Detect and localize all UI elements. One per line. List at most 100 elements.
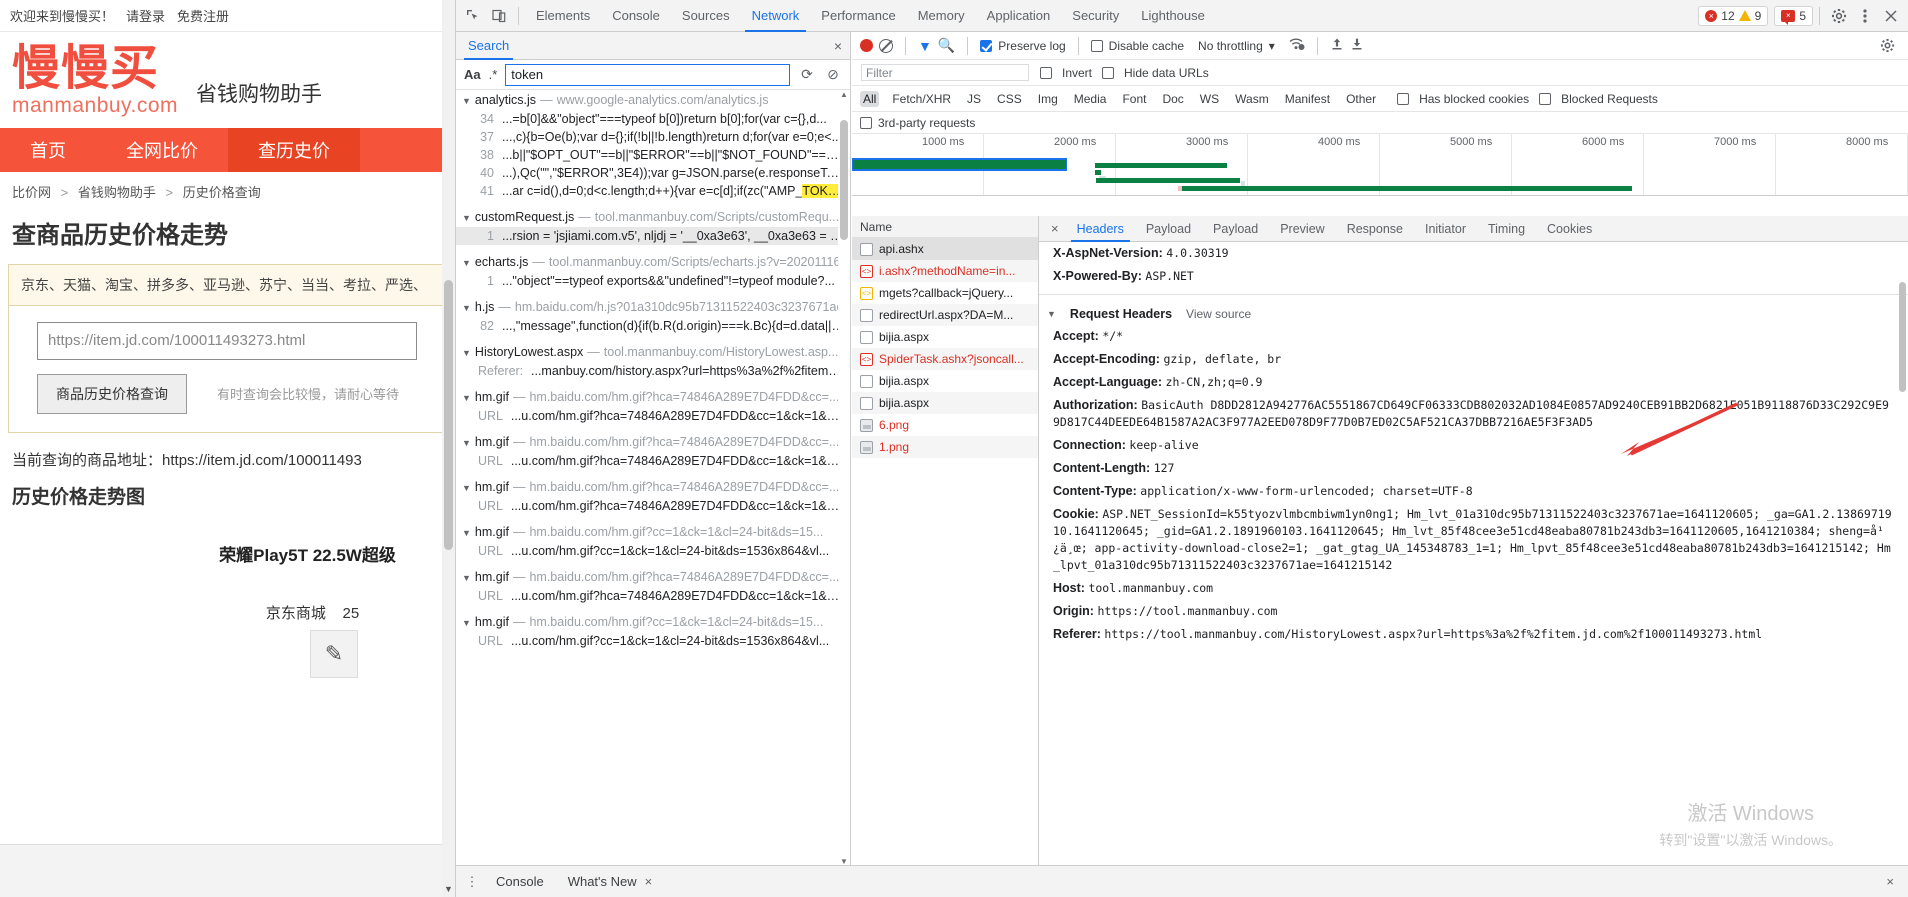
nav-item-home[interactable]: 首页: [0, 128, 96, 172]
invert-label[interactable]: Invert: [1062, 66, 1092, 80]
search-result-line[interactable]: 1 ...rsion = 'jsjiami.com.v5', nljdj = '_…: [456, 227, 850, 245]
product-url-input[interactable]: https://item.jd.com/100011493273.html: [37, 321, 417, 360]
search-result-file[interactable]: ▼ hm.gif — hm.baidu.com/hm.gif?cc=1&ck=1&cl…: [456, 612, 850, 632]
request-row[interactable]: 1.png: [852, 436, 1038, 458]
tab-network[interactable]: Network: [741, 0, 811, 32]
blocked-requests-checkbox[interactable]: [1539, 92, 1552, 105]
tab-lighthouse[interactable]: Lighthouse: [1130, 0, 1216, 32]
chevron-down-icon[interactable]: ▼: [462, 483, 471, 493]
issues-counter[interactable]: × 12 9: [1698, 5, 1769, 26]
chevron-down-icon[interactable]: ▼: [462, 393, 471, 403]
request-row[interactable]: <> i.ashx?methodName=in...: [852, 260, 1038, 282]
request-row[interactable]: bijia.aspx: [852, 392, 1038, 414]
blocked-requests-label[interactable]: Blocked Requests: [1561, 92, 1658, 106]
tab-memory[interactable]: Memory: [907, 0, 976, 32]
pencil-icon[interactable]: ✎: [310, 630, 358, 678]
network-conditions-icon[interactable]: [1289, 37, 1305, 54]
register-link[interactable]: 免费注册: [177, 6, 229, 25]
close-icon[interactable]: ×: [645, 874, 653, 889]
export-har-icon[interactable]: [1350, 37, 1364, 54]
request-headers-section-title[interactable]: ▼ Request Headers View source: [1039, 301, 1908, 325]
drawer-tab-whats-new[interactable]: What's New ×: [558, 874, 663, 889]
site-logo[interactable]: 慢慢买 manmanbuy.com 省钱购物助手: [0, 32, 455, 128]
login-link[interactable]: 请登录: [126, 6, 165, 25]
type-filter-css[interactable]: CSS: [994, 91, 1025, 107]
kebab-menu-icon[interactable]: ⋮: [462, 874, 482, 890]
breadcrumb-item-0[interactable]: 比价网: [12, 185, 51, 200]
request-row[interactable]: bijia.aspx: [852, 370, 1038, 392]
search-scrollbar-thumb[interactable]: [840, 120, 848, 240]
filter-input[interactable]: Filter: [860, 63, 1030, 82]
detail-tab-initiator[interactable]: Initiator: [1415, 216, 1476, 242]
type-filter-wasm[interactable]: Wasm: [1232, 91, 1272, 107]
clear-icon[interactable]: ⊘: [824, 66, 842, 83]
gear-icon[interactable]: [1874, 33, 1900, 59]
chevron-down-icon[interactable]: ▾: [1269, 39, 1275, 53]
search-result-line[interactable]: URL ...u.com/hm.gif?hca=74846A289E7D4FDD&…: [456, 587, 850, 605]
search-result-line[interactable]: URL ...u.com/hm.gif?hca=74846A289E7D4FDD&…: [456, 497, 850, 515]
search-result-line[interactable]: URL ...u.com/hm.gif?hca=74846A289E7D4FDD&…: [456, 452, 850, 470]
page-scrollbar-thumb[interactable]: [444, 280, 453, 550]
detail-tab-headers[interactable]: Headers: [1067, 216, 1134, 242]
kebab-menu-icon[interactable]: [1852, 3, 1878, 29]
search-result-line[interactable]: 34 ...=b[0]&&"object"===typeof b[0])retur…: [456, 110, 850, 128]
match-case-toggle[interactable]: Aa: [464, 67, 481, 82]
has-blocked-cookies-label[interactable]: Has blocked cookies: [1419, 92, 1529, 106]
search-result-line[interactable]: URL ...u.com/hm.gif?hca=74846A289E7D4FDD&…: [456, 407, 850, 425]
tab-performance[interactable]: Performance: [810, 0, 906, 32]
refresh-icon[interactable]: ⟳: [798, 66, 816, 83]
chevron-down-icon[interactable]: ▼: [462, 303, 471, 313]
disable-cache-label[interactable]: Disable cache: [1109, 39, 1184, 53]
search-result-line[interactable]: 38 ...b||"$OPT_OUT"==b||"$ERROR"==b||"$NO…: [456, 146, 850, 164]
invert-checkbox[interactable]: [1040, 66, 1052, 79]
view-source-link[interactable]: View source: [1186, 307, 1251, 321]
search-input[interactable]: token: [505, 63, 790, 86]
details-scrollbar[interactable]: [1897, 242, 1908, 871]
scroll-up-icon[interactable]: ▲: [838, 90, 850, 104]
disable-cache-checkbox[interactable]: [1090, 39, 1103, 52]
network-overview-timeline[interactable]: 1000 ms 2000 ms 3000 ms 4000 ms 5000 ms 6000 …: [852, 134, 1908, 196]
messages-counter[interactable]: × 5: [1774, 5, 1813, 26]
search-result-line[interactable]: 40 ...),Qc("","$ERROR",3E4));var g=JSON.p…: [456, 164, 850, 182]
search-result-file[interactable]: ▼ echarts.js — tool.manmanbuy.com/Scripts/e…: [456, 252, 850, 272]
search-result-file[interactable]: ▼ customRequest.js — tool.manmanbuy.com/Scr…: [456, 207, 850, 227]
search-results-list[interactable]: ▼ analytics.js — www.google-analytics.com/a…: [456, 90, 850, 871]
detail-tab-payload-1[interactable]: Payload: [1136, 216, 1201, 242]
query-button[interactable]: 商品历史价格查询: [37, 373, 187, 414]
close-icon[interactable]: ×: [1886, 874, 1894, 889]
hide-data-urls-checkbox[interactable]: [1102, 66, 1115, 79]
has-blocked-cookies-checkbox[interactable]: [1397, 92, 1410, 105]
search-result-file[interactable]: ▼ hm.gif — hm.baidu.com/hm.gif?cc=1&ck=1&cl…: [456, 522, 850, 542]
chevron-down-icon[interactable]: ▼: [462, 618, 471, 628]
request-row[interactable]: redirectUrl.aspx?DA=M...: [852, 304, 1038, 326]
search-result-line[interactable]: 1 ..."object"==typeof exports&&"undefined…: [456, 272, 850, 290]
request-row[interactable]: <> SpiderTask.ashx?jsoncall...: [852, 348, 1038, 370]
type-filter-ws[interactable]: WS: [1197, 91, 1222, 107]
drawer-tab-console[interactable]: Console: [486, 874, 554, 889]
search-result-line[interactable]: Referer: ...manbuy.com/history.aspx?url=h…: [456, 362, 850, 380]
page-scrollbar[interactable]: ▼: [442, 0, 455, 897]
device-toolbar-icon[interactable]: [486, 3, 512, 29]
chevron-down-icon[interactable]: ▼: [462, 96, 471, 106]
nav-item-history[interactable]: 查历史价: [228, 127, 360, 172]
import-har-icon[interactable]: [1330, 37, 1344, 54]
search-results-scrollbar[interactable]: ▲ ▼: [838, 90, 850, 871]
type-filter-media[interactable]: Media: [1071, 91, 1110, 107]
regex-toggle[interactable]: .*: [489, 67, 498, 82]
type-filter-all[interactable]: All: [860, 90, 880, 107]
request-row[interactable]: api.ashx: [852, 238, 1038, 260]
type-filter-doc[interactable]: Doc: [1159, 91, 1186, 107]
preserve-log-label[interactable]: Preserve log: [998, 39, 1065, 53]
search-result-line[interactable]: 82 ...,"message",function(d){if(b.R(d.ori…: [456, 317, 850, 335]
chevron-down-icon[interactable]: ▼: [462, 213, 471, 223]
tab-application[interactable]: Application: [976, 0, 1062, 32]
detail-tab-timing[interactable]: Timing: [1478, 216, 1535, 242]
search-result-file[interactable]: ▼ h.js — hm.baidu.com/h.js?01a310dc95b71311…: [456, 297, 850, 317]
chevron-down-icon[interactable]: ▼: [1047, 309, 1056, 319]
breadcrumb-item-2[interactable]: 历史价格查询: [183, 185, 261, 200]
type-filter-other[interactable]: Other: [1343, 91, 1379, 107]
search-result-line[interactable]: URL ...u.com/hm.gif?cc=1&ck=1&cl=24-bit&d…: [456, 632, 850, 650]
gear-icon[interactable]: [1826, 3, 1852, 29]
record-icon[interactable]: [860, 39, 873, 52]
type-filter-manifest[interactable]: Manifest: [1282, 91, 1333, 107]
